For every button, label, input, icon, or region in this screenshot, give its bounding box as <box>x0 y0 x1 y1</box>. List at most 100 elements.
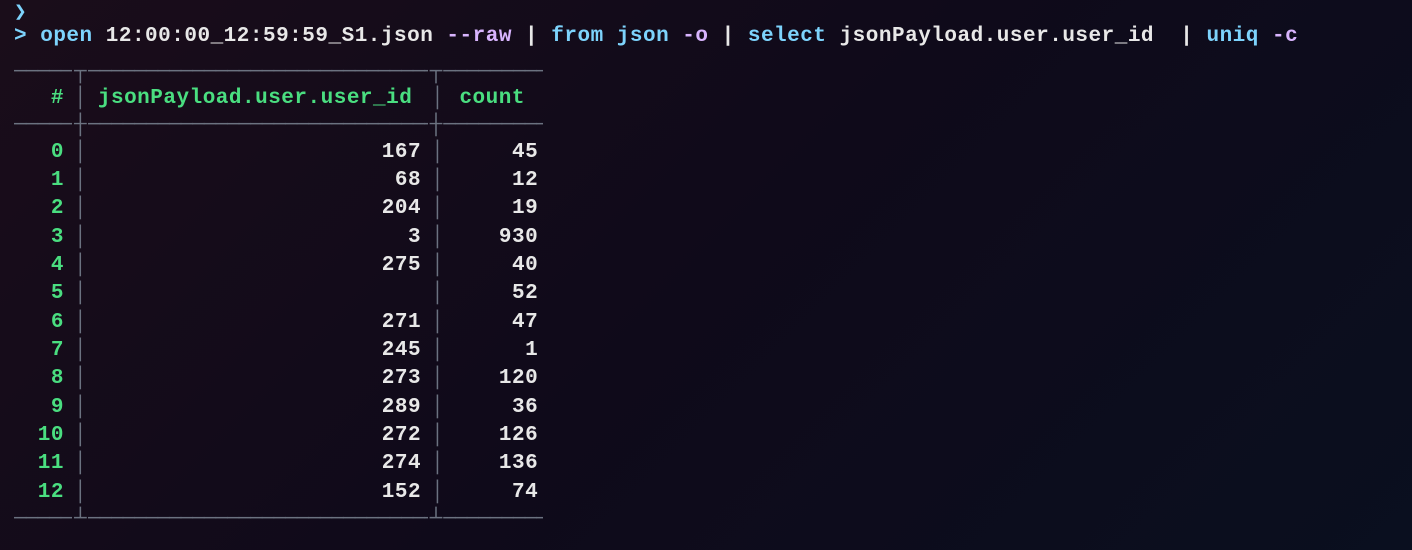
cell-userid: 275 <box>89 252 429 280</box>
table-divider: ───── ┴ ────────────────────────────── ┴… <box>14 507 1398 532</box>
cell-index: 10 <box>14 422 72 450</box>
table-row: 7│245│1 <box>14 337 1398 365</box>
cell-userid: 152 <box>89 479 429 507</box>
col-separator: │ <box>429 195 446 223</box>
prompt-caret: ❯ <box>14 8 1398 21</box>
col-header-count: count <box>446 85 546 113</box>
col-separator: │ <box>429 479 446 507</box>
pipe-symbol: | <box>525 23 538 50</box>
cell-index: 3 <box>14 224 72 252</box>
cmd-open: open <box>40 23 92 50</box>
cell-index: 4 <box>14 252 72 280</box>
col-separator: │ <box>429 309 446 337</box>
pipe-symbol: | <box>722 23 735 50</box>
table-divider: ───── ┼ ────────────────────────────── ┼… <box>14 113 1398 138</box>
cell-count: 47 <box>446 309 546 337</box>
col-separator: │ <box>72 422 89 450</box>
cell-userid: 68 <box>89 167 429 195</box>
cell-userid: 274 <box>89 450 429 478</box>
table-row: 12│152│74 <box>14 479 1398 507</box>
table-row: 4│275│40 <box>14 252 1398 280</box>
cell-index: 6 <box>14 309 72 337</box>
cell-index: 11 <box>14 450 72 478</box>
flag-raw: --raw <box>446 23 512 50</box>
output-table: ───── ┬ ────────────────────────────── ┬… <box>14 60 1398 532</box>
cell-index: 9 <box>14 394 72 422</box>
table-row: 6│271│47 <box>14 309 1398 337</box>
table-row: 11│274│136 <box>14 450 1398 478</box>
table-row: 8│273│120 <box>14 365 1398 393</box>
col-separator: │ <box>429 252 446 280</box>
command-prompt[interactable]: > open 12:00:00_12:59:59_S1.json --raw |… <box>14 23 1398 50</box>
col-separator: │ <box>429 224 446 252</box>
cell-index: 0 <box>14 139 72 167</box>
cell-count: 45 <box>446 139 546 167</box>
prompt-marker: > <box>14 23 27 50</box>
cell-userid: 245 <box>89 337 429 365</box>
cell-userid: 271 <box>89 309 429 337</box>
col-separator: │ <box>72 309 89 337</box>
col-separator: │ <box>72 280 89 308</box>
col-separator: │ <box>429 167 446 195</box>
col-separator: │ <box>429 450 446 478</box>
col-separator: │ <box>72 167 89 195</box>
col-separator: │ <box>429 422 446 450</box>
cell-index: 12 <box>14 479 72 507</box>
cell-userid: 273 <box>89 365 429 393</box>
table-row: 9│289│36 <box>14 394 1398 422</box>
table-row: 2│204│19 <box>14 195 1398 223</box>
cell-index: 7 <box>14 337 72 365</box>
cell-index: 1 <box>14 167 72 195</box>
col-header-userid: jsonPayload.user.user_id <box>89 85 429 113</box>
cell-count: 126 <box>446 422 546 450</box>
cell-userid: 272 <box>89 422 429 450</box>
cell-userid: 3 <box>89 224 429 252</box>
cell-index: 8 <box>14 365 72 393</box>
table-row: 1│68│12 <box>14 167 1398 195</box>
col-separator: │ <box>72 224 89 252</box>
cell-count: 52 <box>446 280 546 308</box>
cell-count: 136 <box>446 450 546 478</box>
col-separator: │ <box>429 394 446 422</box>
col-separator: │ <box>72 450 89 478</box>
table-row: 5││52 <box>14 280 1398 308</box>
col-separator: │ <box>72 195 89 223</box>
col-separator: │ <box>429 365 446 393</box>
col-separator: │ <box>72 394 89 422</box>
pipe-symbol: | <box>1180 23 1193 50</box>
col-separator: │ <box>72 337 89 365</box>
col-separator: │ <box>429 337 446 365</box>
cell-count: 120 <box>446 365 546 393</box>
table-row: 3│3│930 <box>14 224 1398 252</box>
cell-index: 2 <box>14 195 72 223</box>
cell-count: 36 <box>446 394 546 422</box>
cell-count: 40 <box>446 252 546 280</box>
col-separator: │ <box>429 280 446 308</box>
cmd-uniq: uniq <box>1206 23 1258 50</box>
col-separator: │ <box>72 365 89 393</box>
cmd-from-json: from json <box>551 23 669 50</box>
cell-count: 1 <box>446 337 546 365</box>
cell-count: 19 <box>446 195 546 223</box>
flag-o: -o <box>682 23 708 50</box>
col-separator: │ <box>72 479 89 507</box>
col-separator: │ <box>429 139 446 167</box>
table-divider: ───── ┬ ────────────────────────────── ┬… <box>14 60 1398 85</box>
cell-userid: 289 <box>89 394 429 422</box>
flag-c: -c <box>1272 23 1298 50</box>
cell-userid: 204 <box>89 195 429 223</box>
table-row: 10│272│126 <box>14 422 1398 450</box>
table-header-row: # │ jsonPayload.user.user_id │ count <box>14 85 1398 113</box>
col-separator: │ <box>72 139 89 167</box>
cmd-file-arg: 12:00:00_12:59:59_S1.json <box>106 23 434 50</box>
cell-index: 5 <box>14 280 72 308</box>
col-header-index: # <box>14 85 72 113</box>
cell-count: 930 <box>446 224 546 252</box>
cmd-selector-arg: jsonPayload.user.user_id <box>840 23 1154 50</box>
cmd-select: select <box>748 23 827 50</box>
cell-count: 12 <box>446 167 546 195</box>
table-row: 0│167│45 <box>14 139 1398 167</box>
cell-userid: 167 <box>89 139 429 167</box>
col-separator: │ <box>72 252 89 280</box>
cell-count: 74 <box>446 479 546 507</box>
